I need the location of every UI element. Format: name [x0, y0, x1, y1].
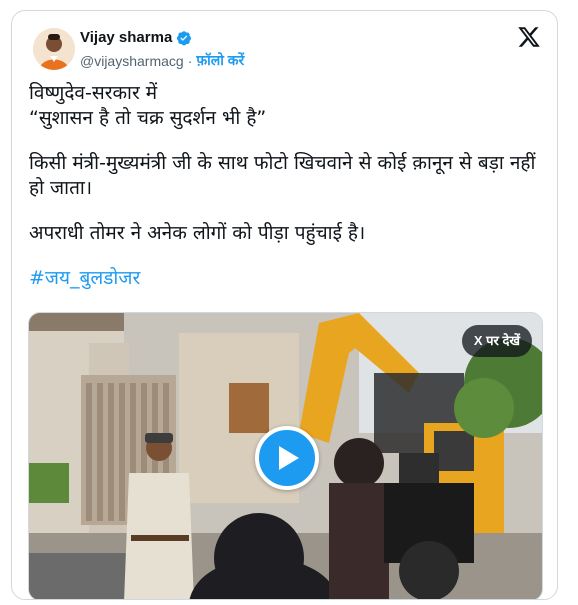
- tweet-paragraph-3: अपराधी तोमर ने अनेक लोगों को पीड़ा पहुंच…: [29, 222, 366, 244]
- author-handle[interactable]: @vijaysharmacg: [80, 53, 184, 69]
- play-icon: [279, 446, 299, 470]
- avatar[interactable]: [33, 28, 75, 70]
- avatar-image: [33, 28, 75, 70]
- play-button[interactable]: [255, 426, 319, 490]
- tweet-line-2: “सुशासन है तो चक्र सुदर्शन भी है”: [29, 107, 267, 129]
- watch-on-x-button[interactable]: X पर देखें: [461, 325, 532, 357]
- tweet-paragraph-2: किसी मंत्री-मुख्यमंत्री जी के साथ फोटो ख…: [29, 152, 536, 199]
- separator-dot: ·: [187, 52, 193, 69]
- author-handle-row: @vijaysharmacg · फ़ॉलो करें: [80, 51, 244, 70]
- hashtag-link[interactable]: #जय_बुलडोजर: [29, 267, 140, 289]
- author-display-name[interactable]: Vijay sharma: [80, 29, 172, 46]
- tweet-text: विष्णुदेव-सरकार में “सुशासन है तो चक्र स…: [29, 81, 539, 291]
- tweet-card: Vijay sharma @vijaysharmacg · फ़ॉलो करें…: [11, 10, 558, 600]
- video-media[interactable]: X पर देखें: [28, 312, 543, 599]
- follow-button[interactable]: फ़ॉलो करें: [196, 51, 244, 70]
- author-name-row: Vijay sharma: [80, 29, 192, 46]
- tweet-line-1: विष्णुदेव-सरकार में: [29, 82, 158, 104]
- verified-badge-icon: [177, 30, 192, 45]
- x-logo-icon[interactable]: [517, 25, 541, 49]
